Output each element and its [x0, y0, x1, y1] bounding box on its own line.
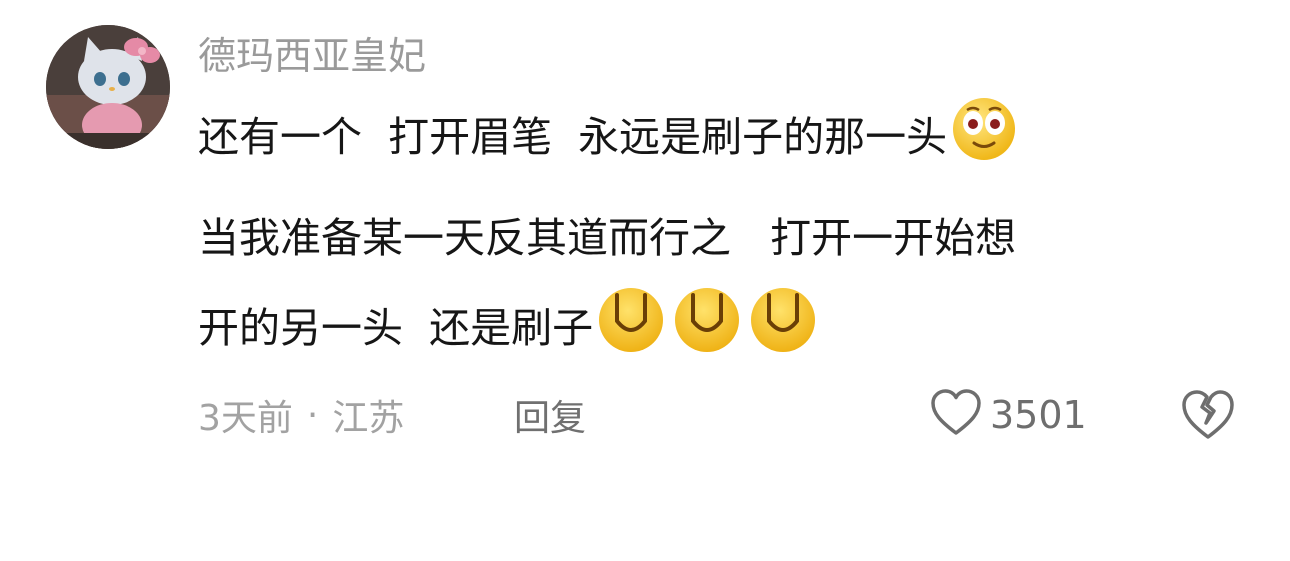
comment-item: 德玛西亚皇妃 还有一个 打开眉笔 永远是刷子的那一头 当我准备某一天反其道而行之…: [0, 0, 1290, 561]
comment-text: 还有一个 打开眉笔 永远是刷子的那一头: [198, 113, 948, 161]
grin-emoji: [671, 283, 743, 365]
username[interactable]: 德玛西亚皇妃: [198, 28, 426, 84]
comment-location: 江苏: [332, 398, 405, 439]
reply-button[interactable]: 回复: [514, 385, 586, 445]
comment-line-3: 开的另一头 还是刷子: [198, 288, 819, 359]
grin-emoji: [747, 283, 819, 365]
broken-heart-icon: [1180, 390, 1236, 447]
comment-text: 开的另一头 还是刷子: [198, 304, 594, 352]
like-count: 3501: [990, 393, 1087, 437]
googly-eyes-smile-emoji: [949, 93, 1019, 173]
like-button[interactable]: 3501: [930, 385, 1087, 445]
comment-line-1: 还有一个 打开眉笔 永远是刷子的那一头: [198, 98, 1019, 168]
heart-outline-icon: [930, 389, 982, 441]
grin-emoji: [595, 283, 667, 365]
comment-meta: 3天前 · 江苏: [198, 385, 404, 445]
comment-line-2: 当我准备某一天反其道而行之 打开一开始想: [198, 199, 1016, 269]
dislike-button[interactable]: [1180, 387, 1236, 443]
meta-separator: ·: [306, 394, 319, 436]
comment-time: 3天前: [198, 398, 293, 439]
avatar[interactable]: [46, 25, 170, 149]
avatar-image: [46, 25, 170, 149]
comment-text: 当我准备某一天反其道而行之 打开一开始想: [198, 214, 1017, 262]
